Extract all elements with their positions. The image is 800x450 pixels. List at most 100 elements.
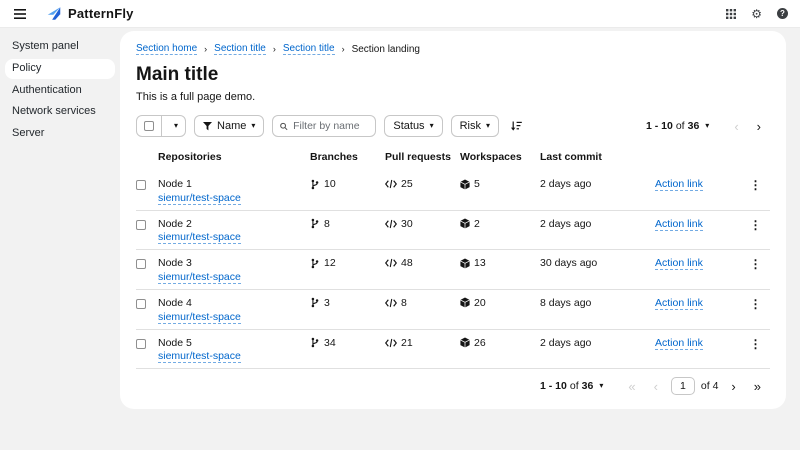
sort-amount-icon bbox=[511, 121, 522, 131]
node-name: Node 5 bbox=[158, 337, 310, 351]
breadcrumb-link-1[interactable]: Section title bbox=[214, 43, 266, 55]
code-branch-icon bbox=[310, 337, 320, 348]
pull-requests-count: 25 bbox=[401, 178, 413, 190]
kebab-menu-button[interactable]: ⋮ bbox=[746, 257, 766, 271]
row-checkbox[interactable] bbox=[136, 220, 146, 230]
breadcrumb: Section home › Section title › Section t… bbox=[136, 43, 770, 55]
repo-link[interactable]: siemur/test-space bbox=[158, 311, 241, 324]
repo-link[interactable]: siemur/test-space bbox=[158, 231, 241, 244]
app-launcher-button[interactable] bbox=[726, 9, 736, 19]
caret-down-icon: ▾ bbox=[705, 121, 709, 130]
code-branch-icon bbox=[310, 258, 320, 269]
node-name: Node 2 bbox=[158, 218, 310, 232]
row-checkbox[interactable] bbox=[136, 339, 146, 349]
pagination-range: 1 - 10 bbox=[540, 380, 567, 392]
prev-page-button[interactable]: ‹ bbox=[645, 380, 667, 393]
pagination-top-nav: ‹ › bbox=[725, 120, 770, 133]
page-title: Main title bbox=[136, 64, 770, 86]
status-dropdown[interactable]: Status ▾ bbox=[384, 115, 442, 137]
risk-dropdown[interactable]: Risk ▾ bbox=[451, 115, 499, 137]
settings-button[interactable]: ⚙ bbox=[751, 8, 762, 20]
pagination-bottom: 1 - 10 of 36 ▾ « ‹ of 4 › » bbox=[136, 369, 770, 401]
sidebar-item-system-panel[interactable]: System panel bbox=[5, 37, 115, 57]
code-branch-icon bbox=[310, 218, 320, 229]
search-input[interactable] bbox=[293, 120, 368, 132]
breadcrumb-link-2[interactable]: Section title bbox=[283, 43, 335, 55]
caret-down-icon: ▾ bbox=[174, 122, 178, 130]
workspaces-count: 26 bbox=[474, 337, 486, 349]
next-page-button[interactable]: › bbox=[748, 120, 770, 133]
nav-toggle-button[interactable] bbox=[10, 7, 30, 21]
kebab-menu-button[interactable]: ⋮ bbox=[746, 178, 766, 192]
column-header-branches: Branches bbox=[310, 151, 385, 163]
first-page-button[interactable]: « bbox=[619, 380, 644, 393]
pull-requests-count: 48 bbox=[401, 257, 413, 269]
row-checkbox[interactable] bbox=[136, 180, 146, 190]
code-branch-icon bbox=[310, 179, 320, 190]
content-card: Section home › Section title › Section t… bbox=[120, 31, 786, 409]
bulk-select-toggle[interactable]: ▾ bbox=[167, 116, 185, 136]
workspaces-count: 5 bbox=[474, 178, 480, 190]
branches-count: 8 bbox=[324, 218, 330, 230]
bulk-select-checkbox[interactable] bbox=[144, 121, 154, 131]
row-checkbox[interactable] bbox=[136, 299, 146, 309]
last-commit: 2 days ago bbox=[540, 218, 655, 230]
cube-icon bbox=[460, 179, 470, 190]
action-link[interactable]: Action link bbox=[655, 178, 703, 191]
repo-link[interactable]: siemur/test-space bbox=[158, 271, 241, 284]
code-icon bbox=[385, 179, 397, 189]
question-circle-icon: ? bbox=[777, 8, 788, 19]
repo-link[interactable]: siemur/test-space bbox=[158, 350, 241, 363]
pagination-menu-toggle[interactable]: ▾ bbox=[705, 122, 709, 130]
sidebar-item-server[interactable]: Server bbox=[5, 124, 115, 144]
kebab-menu-button[interactable]: ⋮ bbox=[746, 297, 766, 311]
help-button[interactable]: ? bbox=[777, 8, 788, 19]
sort-button[interactable] bbox=[507, 121, 526, 131]
next-page-button[interactable]: › bbox=[722, 380, 744, 393]
masthead-actions: ⚙ ? bbox=[726, 8, 792, 20]
pull-requests-count: 30 bbox=[401, 218, 413, 230]
repo-link[interactable]: siemur/test-space bbox=[158, 192, 241, 205]
toolbar: ▾ Name ▾ Status ▾ bbox=[136, 115, 770, 137]
name-filter-label: Name bbox=[217, 120, 246, 132]
breadcrumb-current: Section landing bbox=[352, 44, 420, 55]
caret-down-icon: ▾ bbox=[599, 381, 603, 390]
row-checkbox[interactable] bbox=[136, 259, 146, 269]
cube-icon bbox=[460, 258, 470, 269]
sidebar-item-network-services[interactable]: Network services bbox=[5, 102, 115, 122]
breadcrumb-link-home[interactable]: Section home bbox=[136, 43, 197, 55]
prev-page-button[interactable]: ‹ bbox=[725, 120, 747, 133]
search-icon bbox=[280, 122, 288, 131]
bulk-select-split-button: ▾ bbox=[136, 115, 186, 137]
action-link[interactable]: Action link bbox=[655, 337, 703, 350]
pagination-bottom-nav: « ‹ of 4 › » bbox=[619, 377, 770, 395]
repositories-table: Repositories Branches Pull requests Work… bbox=[136, 147, 770, 369]
sidebar-item-authentication[interactable]: Authentication bbox=[5, 81, 115, 101]
node-name: Node 1 bbox=[158, 178, 310, 192]
page-body: System panel Policy Authentication Netwo… bbox=[0, 28, 800, 450]
action-link[interactable]: Action link bbox=[655, 257, 703, 270]
kebab-menu-button[interactable]: ⋮ bbox=[746, 218, 766, 232]
table-row: Node 3 siemur/test-space 12 48 13 30 day… bbox=[136, 250, 770, 290]
brand-name: PatternFly bbox=[68, 6, 134, 21]
name-filter-dropdown[interactable]: Name ▾ bbox=[194, 115, 264, 137]
bulk-select-checkbox-segment bbox=[137, 116, 162, 136]
sidebar-item-policy[interactable]: Policy bbox=[5, 59, 115, 79]
action-link[interactable]: Action link bbox=[655, 297, 703, 310]
kebab-menu-button[interactable]: ⋮ bbox=[746, 337, 766, 351]
branches-count: 3 bbox=[324, 297, 330, 309]
pagination-total: 36 bbox=[688, 120, 700, 132]
breadcrumb-separator-icon: › bbox=[273, 45, 276, 54]
table-header-row: Repositories Branches Pull requests Work… bbox=[136, 147, 770, 171]
current-page-input[interactable] bbox=[671, 377, 695, 395]
code-icon bbox=[385, 219, 397, 229]
code-branch-icon bbox=[310, 297, 320, 308]
node-name: Node 4 bbox=[158, 297, 310, 311]
pagination-menu-toggle[interactable]: ▾ bbox=[599, 382, 603, 390]
apps-grid-icon bbox=[726, 9, 736, 19]
action-link[interactable]: Action link bbox=[655, 218, 703, 231]
risk-label: Risk bbox=[460, 120, 481, 132]
breadcrumb-separator-icon: › bbox=[342, 45, 345, 54]
last-page-button[interactable]: » bbox=[745, 380, 770, 393]
pagination-of-label: of bbox=[676, 120, 685, 132]
